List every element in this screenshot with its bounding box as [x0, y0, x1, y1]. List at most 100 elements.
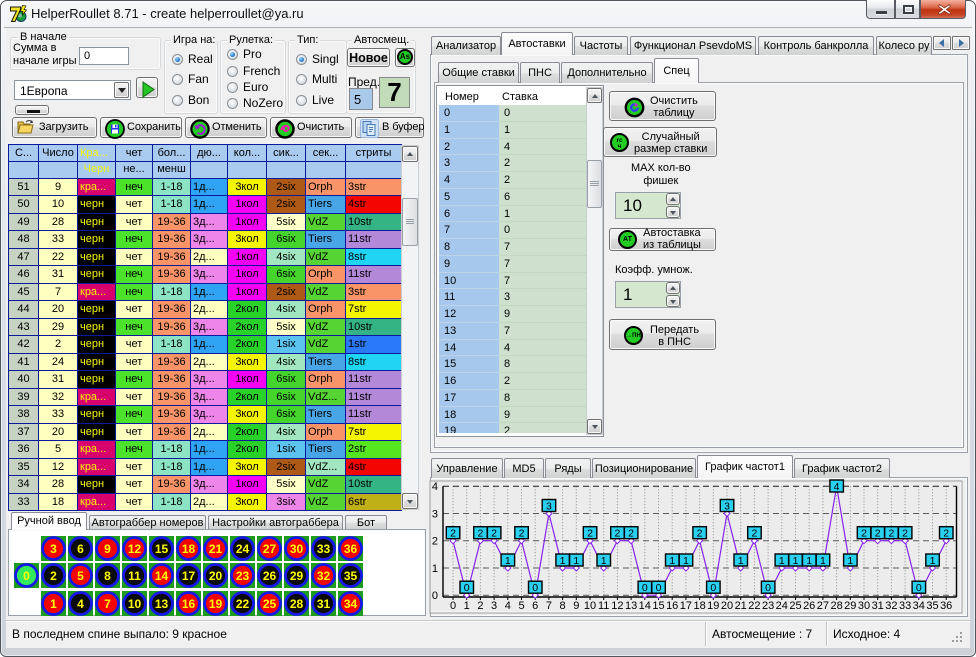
svg-text:11: 11	[128, 569, 141, 583]
svg-text:23: 23	[762, 600, 774, 612]
svg-text:33: 33	[899, 600, 911, 612]
svg-text:27: 27	[817, 600, 829, 612]
svg-text:1: 1	[779, 555, 785, 567]
svg-text:2: 2	[519, 528, 525, 540]
svg-text:2: 2	[432, 536, 438, 548]
svg-text:24: 24	[776, 600, 788, 612]
svg-text:34: 34	[343, 597, 357, 611]
svg-text:9: 9	[104, 542, 111, 556]
svg-text:19: 19	[707, 600, 719, 612]
svg-text:26: 26	[803, 600, 815, 612]
svg-text:32: 32	[885, 600, 897, 612]
svg-text:35: 35	[926, 600, 938, 612]
svg-text:2: 2	[587, 528, 593, 540]
svg-text:0: 0	[464, 582, 470, 594]
svg-text:19: 19	[209, 597, 223, 611]
svg-text:21: 21	[209, 542, 223, 556]
svg-text:20: 20	[209, 569, 223, 583]
svg-text:1: 1	[930, 555, 936, 567]
svg-text:1: 1	[560, 555, 566, 567]
svg-text:2: 2	[50, 569, 57, 583]
svg-text:31: 31	[872, 600, 884, 612]
svg-text:30: 30	[289, 542, 303, 556]
svg-text:0: 0	[642, 582, 648, 594]
svg-text:2: 2	[697, 528, 703, 540]
svg-text:22: 22	[748, 600, 760, 612]
svg-text:8: 8	[104, 569, 111, 583]
svg-text:0: 0	[23, 569, 30, 583]
svg-text:21: 21	[735, 600, 747, 612]
svg-text:0: 0	[532, 582, 538, 594]
svg-text:16: 16	[182, 597, 196, 611]
svg-text:14: 14	[155, 569, 169, 583]
svg-text:1: 1	[464, 600, 470, 612]
svg-text:31: 31	[316, 597, 330, 611]
svg-text:0: 0	[916, 582, 922, 594]
svg-text:0: 0	[710, 582, 716, 594]
svg-text:34: 34	[913, 600, 925, 612]
svg-text:4: 4	[834, 481, 840, 493]
svg-text:15: 15	[652, 600, 664, 612]
svg-text:2: 2	[943, 528, 949, 540]
svg-text:7: 7	[104, 597, 111, 611]
svg-text:2: 2	[614, 528, 620, 540]
svg-text:36: 36	[940, 600, 952, 612]
svg-text:2: 2	[861, 528, 867, 540]
svg-text:35: 35	[343, 569, 357, 583]
svg-text:2: 2	[491, 528, 497, 540]
svg-text:2: 2	[477, 528, 483, 540]
svg-text:2: 2	[902, 528, 908, 540]
svg-text:24: 24	[236, 542, 250, 556]
svg-text:30: 30	[858, 600, 870, 612]
svg-text:11: 11	[598, 600, 609, 612]
svg-text:3: 3	[432, 509, 438, 521]
svg-text:12: 12	[611, 600, 623, 612]
svg-text:1: 1	[505, 555, 511, 567]
svg-text:28: 28	[830, 600, 842, 612]
svg-text:1: 1	[601, 555, 607, 567]
svg-text:9: 9	[573, 600, 579, 612]
svg-text:6: 6	[77, 542, 84, 556]
svg-text:18: 18	[693, 600, 705, 612]
svg-text:14: 14	[639, 600, 651, 612]
svg-text:2: 2	[450, 528, 456, 540]
svg-text:4: 4	[77, 597, 84, 611]
svg-text:29: 29	[844, 600, 856, 612]
svg-text:4: 4	[432, 481, 438, 493]
svg-text:2: 2	[751, 528, 757, 540]
svg-text:1: 1	[806, 555, 812, 567]
svg-text:28: 28	[289, 597, 303, 611]
svg-text:1: 1	[683, 555, 689, 567]
svg-text:3: 3	[50, 542, 57, 556]
svg-text:27: 27	[263, 542, 277, 556]
svg-text:7: 7	[546, 600, 552, 612]
svg-text:36: 36	[343, 542, 357, 556]
svg-text:10: 10	[584, 600, 596, 612]
svg-text:2: 2	[888, 528, 894, 540]
svg-text:13: 13	[155, 597, 169, 611]
svg-text:10: 10	[128, 597, 142, 611]
svg-text:5: 5	[77, 569, 84, 583]
svg-text:1: 1	[793, 555, 799, 567]
svg-text:0: 0	[450, 600, 456, 612]
svg-text:23: 23	[236, 569, 250, 583]
svg-text:1: 1	[820, 555, 826, 567]
svg-text:2: 2	[875, 528, 881, 540]
svg-text:0: 0	[656, 582, 662, 594]
svg-text:32: 32	[316, 569, 330, 583]
svg-text:16: 16	[666, 600, 678, 612]
svg-text:3: 3	[546, 501, 552, 513]
svg-text:18: 18	[182, 542, 196, 556]
svg-text:25: 25	[789, 600, 801, 612]
svg-text:17: 17	[680, 600, 692, 612]
svg-text:0: 0	[432, 590, 438, 602]
svg-text:3: 3	[724, 501, 730, 513]
svg-text:26: 26	[262, 569, 276, 583]
svg-text:1: 1	[847, 555, 853, 567]
svg-text:29: 29	[289, 569, 303, 583]
svg-text:1: 1	[573, 555, 579, 567]
svg-text:0: 0	[765, 582, 771, 594]
svg-text:4: 4	[505, 600, 511, 612]
svg-text:1: 1	[50, 597, 57, 611]
svg-text:2: 2	[628, 528, 634, 540]
